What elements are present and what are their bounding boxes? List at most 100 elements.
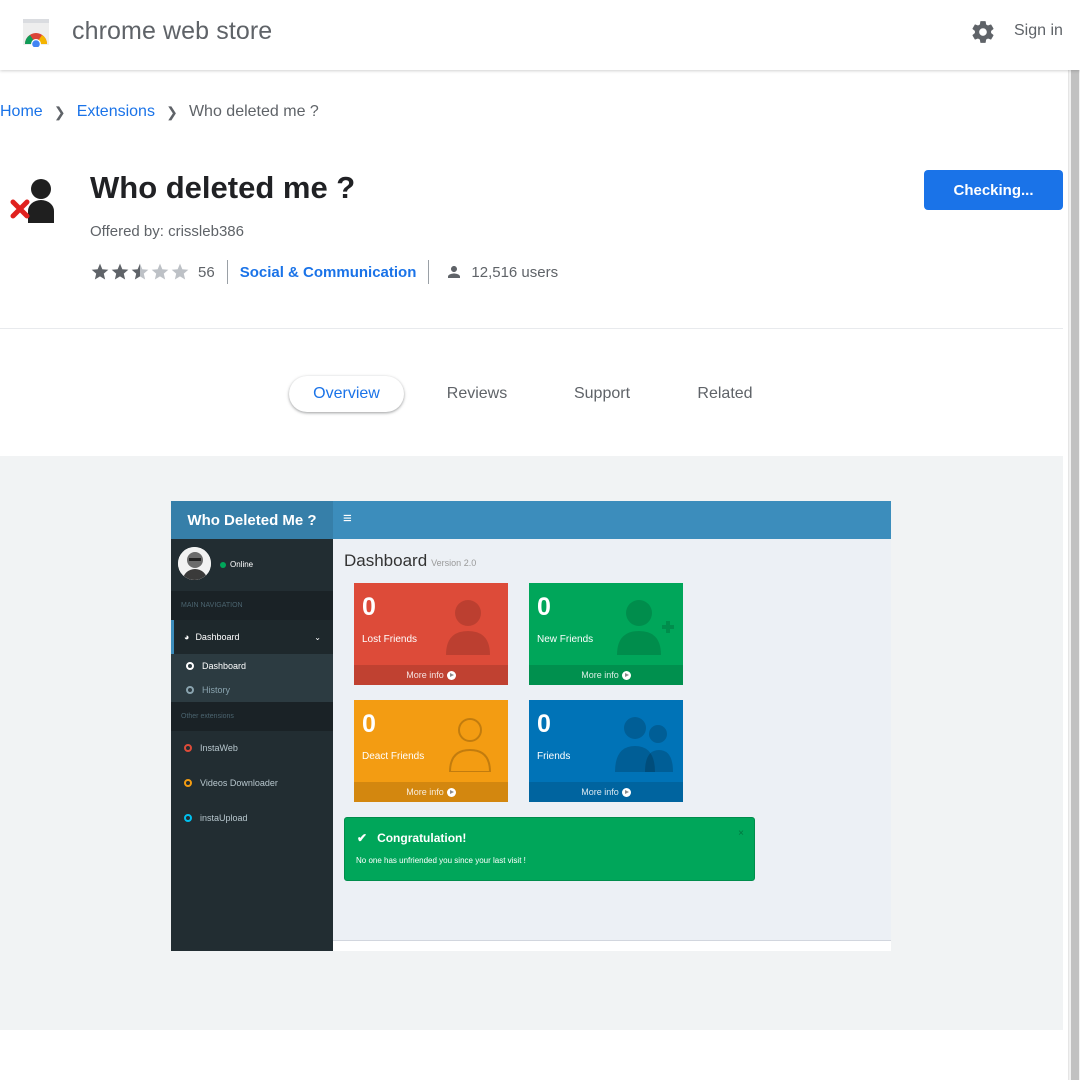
- app-top-nav: ≡: [333, 501, 891, 539]
- rating-count[interactable]: 56: [198, 264, 215, 281]
- alert-message: No one has unfriended you since your las…: [356, 856, 526, 865]
- gear-icon[interactable]: [970, 19, 996, 45]
- arrow-circle-right-icon: [446, 670, 456, 680]
- sidebar-sub-label: History: [202, 685, 231, 695]
- dashboard-title-text: Dashboard: [344, 551, 428, 570]
- dashboard-version: Version 2.0: [431, 558, 477, 568]
- tab-support[interactable]: Support: [557, 376, 647, 412]
- breadcrumb-current: Who deleted me ?: [188, 103, 319, 120]
- sidebar-item-videos-downloader[interactable]: Videos Downloader: [171, 766, 333, 800]
- user-silhouette-icon: [446, 600, 490, 655]
- users-icon: [615, 717, 673, 772]
- scrollbar-thumb[interactable]: [1071, 70, 1079, 1080]
- category-link[interactable]: Social & Communication: [240, 264, 417, 281]
- box-value: 0: [362, 710, 376, 738]
- star-full-icon: [111, 263, 129, 280]
- friends-box: 0 Friends More info: [529, 700, 683, 802]
- lost-friends-box: 0 Lost Friends More info: [354, 583, 508, 685]
- box-label: New Friends: [537, 634, 594, 645]
- rating-stars[interactable]: [90, 262, 190, 282]
- user-outline-icon: [448, 718, 492, 772]
- more-info-label: More info: [581, 787, 619, 797]
- sidebar-item-label: Dashboard: [195, 632, 240, 642]
- add-to-chrome-button[interactable]: Checking...: [924, 170, 1063, 210]
- offered-by: Offered by: crissleb386: [90, 223, 244, 240]
- sidebar-sub-label: Dashboard: [202, 661, 247, 671]
- app-logo: Who Deleted Me ?: [171, 501, 333, 539]
- box-value: 0: [537, 593, 551, 621]
- more-info-label: More info: [581, 670, 619, 680]
- circle-icon: [186, 662, 194, 670]
- circle-icon: [184, 814, 192, 822]
- breadcrumb-extensions[interactable]: Extensions: [77, 103, 155, 121]
- sidebar-item-instaupload[interactable]: instaUpload: [171, 801, 333, 835]
- circle-icon: [184, 744, 192, 752]
- more-info-label: More info: [406, 670, 444, 680]
- extension-icon: [10, 179, 54, 223]
- sidebar-header-main: MAIN NAVIGATION: [171, 591, 333, 620]
- sidebar-header-other: Other extensions: [171, 702, 333, 731]
- user-plus-icon: [617, 600, 674, 655]
- close-icon[interactable]: ×: [738, 828, 744, 839]
- breadcrumb: Home ❯ Extensions ❯ Who deleted me ?: [0, 103, 319, 121]
- alert-title-text: Congratulation!: [377, 831, 467, 845]
- app-sidebar: Online MAIN NAVIGATION ◕ Dashboard ⌄ Das…: [171, 539, 333, 951]
- dashboard-icon: ◕: [184, 632, 190, 642]
- success-alert: ✔ Congratulation! No one has unfriended …: [344, 817, 755, 881]
- user-icon: [448, 266, 461, 278]
- more-info-link[interactable]: More info: [529, 665, 683, 685]
- more-info-link[interactable]: More info: [354, 782, 508, 802]
- sidebar-item-instaweb[interactable]: InstaWeb: [171, 731, 333, 765]
- deact-friends-box: 0 Deact Friends More info: [354, 700, 508, 802]
- arrow-circle-right-icon: [446, 787, 456, 797]
- status-dot-icon: [220, 561, 226, 568]
- store-title[interactable]: chrome web store: [72, 17, 272, 46]
- box-label: Lost Friends: [362, 634, 418, 645]
- detail-tabs: Overview Reviews Support Related: [0, 376, 1063, 412]
- box-label: Deact Friends: [362, 751, 425, 762]
- sign-in-link[interactable]: Sign in: [1014, 22, 1063, 40]
- tab-related[interactable]: Related: [680, 376, 770, 412]
- header-divider: [0, 328, 1063, 329]
- extension-title: Who deleted me ?: [90, 170, 356, 205]
- app-footer-strip: [333, 940, 891, 951]
- circle-icon: [184, 779, 192, 787]
- page-scrollbar[interactable]: [1068, 70, 1080, 1080]
- new-friends-box: 0 New Friends More info: [529, 583, 683, 685]
- chevron-right-icon: ❯: [166, 103, 178, 120]
- breadcrumb-home[interactable]: Home: [0, 103, 43, 121]
- circle-icon: [186, 686, 194, 694]
- extension-meta: 56 Social & Communication 12,516 users: [90, 259, 558, 285]
- box-value: 0: [362, 593, 376, 621]
- alert-title: ✔ Congratulation!: [357, 831, 466, 845]
- sidebar-item-label: instaUpload: [200, 813, 248, 823]
- sidebar-sub-dashboard[interactable]: Dashboard: [171, 654, 333, 678]
- chrome-web-store-logo[interactable]: [20, 17, 52, 47]
- meta-divider: [226, 260, 228, 284]
- online-status: Online: [220, 560, 253, 569]
- more-info-label: More info: [406, 787, 444, 797]
- sidebar-item-dashboard[interactable]: ◕ Dashboard ⌄: [171, 620, 333, 654]
- more-info-link[interactable]: More info: [354, 665, 508, 685]
- star-empty-icon: [171, 263, 189, 280]
- arrow-circle-right-icon: [621, 787, 631, 797]
- tab-overview[interactable]: Overview: [289, 376, 404, 412]
- chevron-down-icon: ⌄: [314, 632, 321, 642]
- user-count: 12,516 users: [471, 263, 559, 281]
- status-label: Online: [230, 560, 254, 569]
- dashboard-title: Dashboard Version 2.0: [344, 551, 476, 571]
- check-icon: ✔: [357, 831, 368, 845]
- star-empty-icon: [151, 263, 169, 280]
- top-bar: chrome web store Sign in: [0, 0, 1080, 70]
- sidebar-user-panel: Online: [171, 539, 333, 591]
- tab-reviews[interactable]: Reviews: [432, 376, 522, 412]
- sidebar-item-label: InstaWeb: [200, 743, 238, 753]
- sidebar-sub-history[interactable]: History: [171, 678, 333, 702]
- avatar: [178, 547, 211, 580]
- more-info-link[interactable]: More info: [529, 782, 683, 802]
- screenshot-gallery: Who Deleted Me ? ≡ Online MAIN NAVIGATIO…: [0, 456, 1063, 1030]
- app-screenshot[interactable]: Who Deleted Me ? ≡ Online MAIN NAVIGATIO…: [171, 501, 891, 951]
- star-full-icon: [91, 263, 109, 280]
- arrow-circle-right-icon: [621, 670, 631, 680]
- sidebar-item-label: Videos Downloader: [200, 778, 278, 788]
